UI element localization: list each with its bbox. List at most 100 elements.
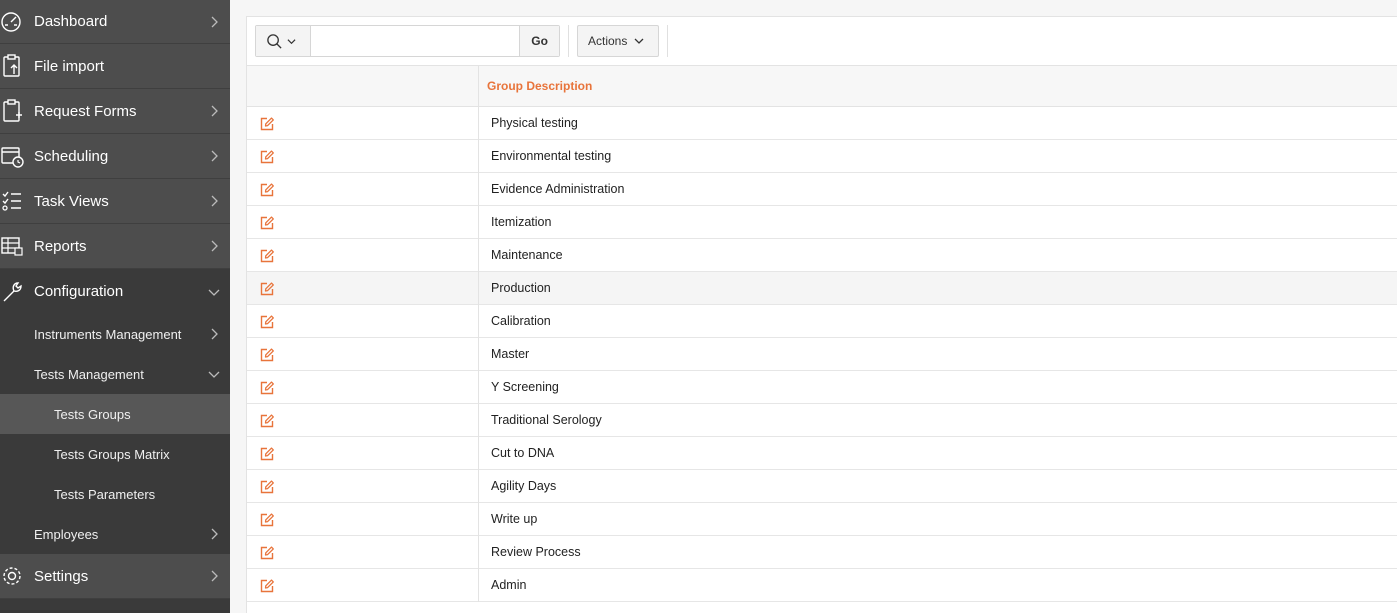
- edit-icon[interactable]: [259, 215, 275, 231]
- table-row: Review Process: [247, 536, 1397, 569]
- sidebar-item-label: Tests Management: [34, 366, 144, 382]
- sidebar-item-employees[interactable]: Employees: [0, 514, 230, 554]
- column-divider: [478, 305, 479, 338]
- chevron-right-icon: [211, 570, 218, 582]
- go-button[interactable]: Go: [519, 26, 559, 56]
- chevron-right-icon: [211, 328, 218, 340]
- reports-icon: [1, 237, 23, 256]
- table-row: Calibration: [247, 305, 1397, 338]
- chevron-down-icon: [208, 371, 220, 378]
- dashboard-icon: [1, 11, 21, 32]
- edit-icon[interactable]: [259, 281, 275, 297]
- sidebar-item-label: File import: [34, 57, 105, 75]
- file-import-icon: [3, 54, 20, 77]
- edit-icon[interactable]: [259, 446, 275, 462]
- group-description-cell: Itemization: [491, 215, 552, 229]
- search-input[interactable]: [310, 26, 520, 56]
- sidebar: Dashboard File import Request Forms Sche…: [0, 0, 230, 613]
- edit-icon[interactable]: [259, 347, 275, 363]
- table-row: Maintenance: [247, 239, 1397, 272]
- column-divider: [478, 569, 479, 602]
- sidebar-item-instruments-management[interactable]: Instruments Management: [0, 314, 230, 354]
- table-row: Itemization: [247, 206, 1397, 239]
- report-region: Go Actions Group Description Physical te…: [246, 16, 1397, 613]
- sidebar-item-label: Employees: [34, 526, 99, 542]
- column-divider: [478, 206, 479, 239]
- table-body: Physical testing Environmental testing Evi…: [247, 107, 1397, 602]
- edit-icon[interactable]: [259, 182, 275, 198]
- group-description-cell: Agility Days: [491, 479, 557, 493]
- actions-menu-button[interactable]: Actions: [577, 25, 659, 57]
- column-divider: [478, 140, 479, 173]
- chevron-right-icon: [211, 16, 218, 27]
- sidebar-item-label: Tests Groups: [54, 406, 131, 422]
- chevron-right-icon: [211, 528, 218, 540]
- table-row: Agility Days: [247, 470, 1397, 503]
- sidebar-item-task-views[interactable]: Task Views: [0, 179, 230, 224]
- sidebar-item-file-import[interactable]: File import: [0, 44, 230, 89]
- chevron-right-icon: [211, 195, 218, 207]
- chevron-right-icon: [211, 240, 218, 252]
- chevron-down-icon: [287, 39, 296, 45]
- table-row: Cut to DNA: [247, 437, 1397, 470]
- sidebar-item-label: Reports: [34, 237, 87, 255]
- gear-icon: [3, 567, 21, 585]
- edit-icon[interactable]: [259, 116, 275, 132]
- column-divider: [478, 173, 479, 206]
- group-description-cell: Y Screening: [491, 380, 559, 394]
- table-row: Production: [247, 272, 1397, 305]
- group-description-cell: Master: [491, 347, 530, 361]
- search-column-button[interactable]: [256, 26, 311, 56]
- sidebar-item-scheduling[interactable]: Scheduling: [0, 134, 230, 179]
- table-row: Physical testing: [247, 107, 1397, 140]
- edit-icon[interactable]: [259, 512, 275, 528]
- column-divider: [478, 470, 479, 503]
- sidebar-item-label: Request Forms: [34, 102, 137, 120]
- group-description-cell: Write up: [491, 512, 538, 526]
- actions-label: Actions: [588, 34, 628, 48]
- chevron-down-icon: [208, 289, 220, 296]
- column-divider: [478, 437, 479, 470]
- sidebar-item-label: Task Views: [34, 192, 109, 210]
- sidebar-item-tests-parameters[interactable]: Tests Parameters: [0, 474, 230, 514]
- chevron-down-icon: [634, 38, 644, 44]
- column-divider: [478, 404, 479, 437]
- edit-icon[interactable]: [259, 413, 275, 429]
- search-bar: Go: [255, 25, 560, 57]
- sidebar-item-configuration[interactable]: Configuration: [0, 269, 230, 314]
- sidebar-item-label: Tests Groups Matrix: [54, 446, 170, 462]
- sidebar-item-tests-management[interactable]: Tests Management: [0, 354, 230, 394]
- sidebar-item-tests-groups[interactable]: Tests Groups: [0, 394, 230, 434]
- table-row: Environmental testing: [247, 140, 1397, 173]
- sidebar-item-label: Tests Parameters: [54, 486, 156, 502]
- sidebar-item-tests-groups-matrix[interactable]: Tests Groups Matrix: [0, 434, 230, 474]
- request-forms-icon: [3, 99, 22, 122]
- sidebar-item-label: Instruments Management: [34, 326, 182, 342]
- table-row: Traditional Serology: [247, 404, 1397, 437]
- column-divider: [478, 338, 479, 371]
- sidebar-item-request-forms[interactable]: Request Forms: [0, 89, 230, 134]
- sidebar-item-dashboard[interactable]: Dashboard: [0, 0, 230, 44]
- edit-icon[interactable]: [259, 149, 275, 165]
- sidebar-item-label: Scheduling: [34, 147, 109, 165]
- edit-icon[interactable]: [259, 479, 275, 495]
- calendar-clock-icon: [1, 147, 24, 168]
- column-divider: [478, 536, 479, 569]
- column-divider: [478, 371, 479, 404]
- edit-icon[interactable]: [259, 545, 275, 561]
- sidebar-item-label: Settings: [34, 567, 89, 585]
- edit-icon[interactable]: [259, 248, 275, 264]
- group-description-cell: Maintenance: [491, 248, 563, 262]
- table-row: Master: [247, 338, 1397, 371]
- report-toolbar: Go Actions: [247, 17, 1397, 66]
- column-divider: [478, 239, 479, 272]
- sidebar-item-reports[interactable]: Reports: [0, 224, 230, 269]
- table-row: Write up: [247, 503, 1397, 536]
- table-row: Evidence Administration: [247, 173, 1397, 206]
- edit-icon[interactable]: [259, 314, 275, 330]
- report-table: Group Description Physical testing Enviro…: [247, 66, 1397, 602]
- sidebar-item-settings[interactable]: Settings: [0, 554, 230, 599]
- edit-icon[interactable]: [259, 380, 275, 396]
- edit-icon[interactable]: [259, 578, 275, 594]
- column-header-group-description[interactable]: Group Description: [487, 79, 592, 93]
